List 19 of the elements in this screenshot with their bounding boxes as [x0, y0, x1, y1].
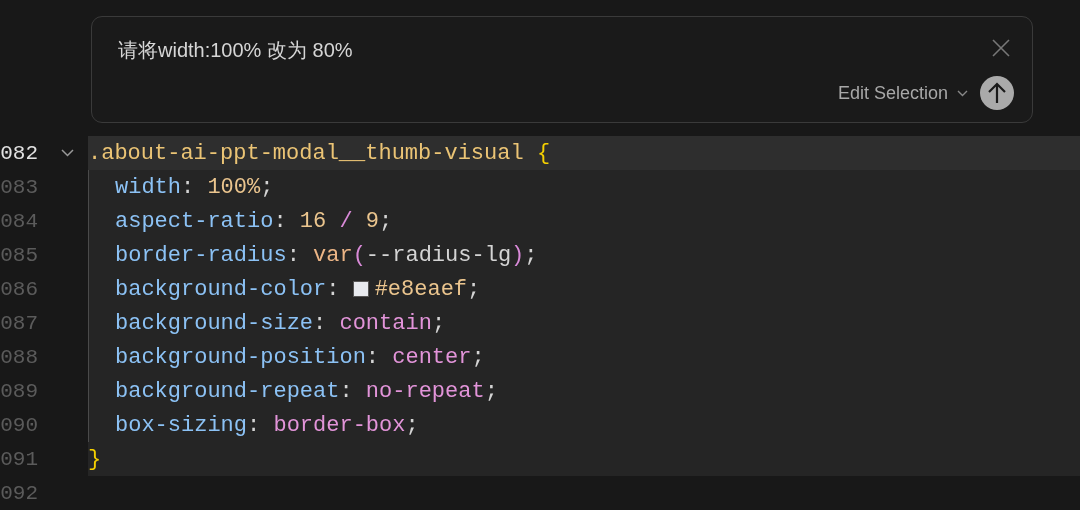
line-number: 089	[0, 379, 38, 403]
line-number: 090	[0, 413, 38, 437]
prompt-input[interactable]: 请将width:100% 改为 80%	[118, 37, 353, 63]
line-number: 085	[0, 243, 38, 267]
line-number: 092	[0, 481, 38, 505]
line-number: 091	[0, 447, 38, 471]
line-number: 087	[0, 311, 38, 335]
line-number: 084	[0, 209, 38, 233]
mode-dropdown[interactable]: Edit Selection	[837, 82, 968, 104]
arrow-up-icon	[987, 82, 1007, 104]
line-number: 088	[0, 345, 38, 369]
line-number: 086	[0, 277, 38, 301]
send-button[interactable]	[980, 76, 1014, 110]
line-number: 082	[0, 141, 38, 165]
close-icon[interactable]	[992, 39, 1010, 57]
color-swatch[interactable]	[352, 281, 369, 297]
line-number: 083	[0, 175, 38, 199]
chevron-down-icon[interactable]	[61, 149, 74, 157]
caret-icon	[957, 89, 968, 97]
